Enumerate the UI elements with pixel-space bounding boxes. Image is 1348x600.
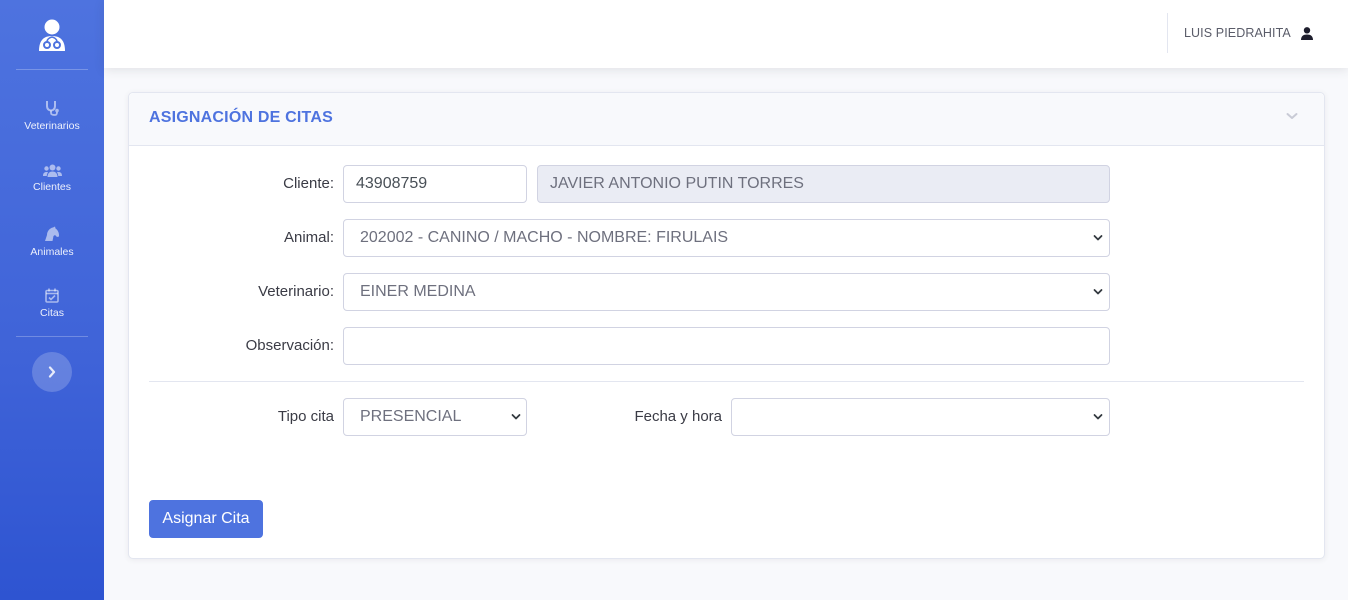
- sidebar-item-citas[interactable]: Citas: [0, 288, 104, 340]
- asignar-cita-button[interactable]: Asignar Cita: [149, 500, 263, 538]
- sidebar-divider: [16, 69, 88, 70]
- chevron-right-icon: [48, 366, 56, 378]
- user-name: LUIS PIEDRAHITA: [1184, 26, 1291, 40]
- animal-selected-value: 202002 - CANINO / MACHO - NOMBRE: FIRULA…: [360, 229, 729, 246]
- card-header[interactable]: ASIGNACIÓN DE CITAS: [129, 93, 1324, 146]
- sidebar-divider: [16, 336, 88, 337]
- tipo-cita-selected-value: PRESENCIAL: [360, 408, 462, 425]
- sidebar-item-label: Citas: [40, 307, 64, 319]
- topbar: LUIS PIEDRAHITA: [104, 0, 1348, 68]
- horse-head-icon: [45, 226, 59, 241]
- stethoscope-icon: [46, 101, 59, 116]
- sidebar: Veterinarios Clientes Animales Citas: [0, 0, 104, 600]
- sidebar-item-label: Veterinarios: [24, 120, 80, 132]
- topbar-divider: [1167, 13, 1168, 53]
- veterinario-select[interactable]: EINER MEDINA: [343, 273, 1110, 311]
- animal-label: Animal:: [283, 229, 334, 246]
- tipo-cita-label: Tipo cita: [277, 408, 334, 425]
- chevron-down-icon[interactable]: [1286, 111, 1298, 121]
- cliente-id-input[interactable]: [343, 165, 527, 203]
- observacion-label: Observación:: [245, 337, 334, 354]
- fecha-hora-select[interactable]: [731, 398, 1110, 436]
- fecha-hora-label: Fecha y hora: [634, 408, 722, 425]
- sidebar-item-clientes[interactable]: Clientes: [0, 164, 104, 216]
- vet-logo-icon: [39, 19, 65, 51]
- user-icon: [1300, 26, 1313, 40]
- animal-select[interactable]: 202002 - CANINO / MACHO - NOMBRE: FIRULA…: [343, 219, 1110, 257]
- observacion-input[interactable]: [343, 327, 1110, 365]
- brand-logo[interactable]: [0, 0, 104, 69]
- cliente-label: Cliente:: [283, 175, 334, 192]
- veterinario-label: Veterinario:: [258, 283, 334, 300]
- card-title: ASIGNACIÓN DE CITAS: [149, 109, 333, 126]
- sidebar-item-animales[interactable]: Animales: [0, 226, 104, 278]
- sidebar-item-label: Clientes: [33, 181, 71, 193]
- users-icon: [42, 164, 62, 177]
- tipo-cita-select[interactable]: PRESENCIAL: [343, 398, 527, 436]
- form-divider: [149, 381, 1304, 382]
- asignacion-citas-card: ASIGNACIÓN DE CITAS Cliente: Animal: 202…: [128, 92, 1325, 559]
- cliente-name-field: [537, 165, 1110, 203]
- sidebar-toggle-button[interactable]: [32, 352, 72, 392]
- calendar-check-icon: [45, 288, 59, 303]
- sidebar-item-veterinarios[interactable]: Veterinarios: [0, 100, 104, 152]
- veterinario-selected-value: EINER MEDINA: [360, 283, 476, 300]
- user-menu[interactable]: LUIS PIEDRAHITA: [1184, 0, 1313, 66]
- sidebar-item-label: Animales: [30, 246, 74, 258]
